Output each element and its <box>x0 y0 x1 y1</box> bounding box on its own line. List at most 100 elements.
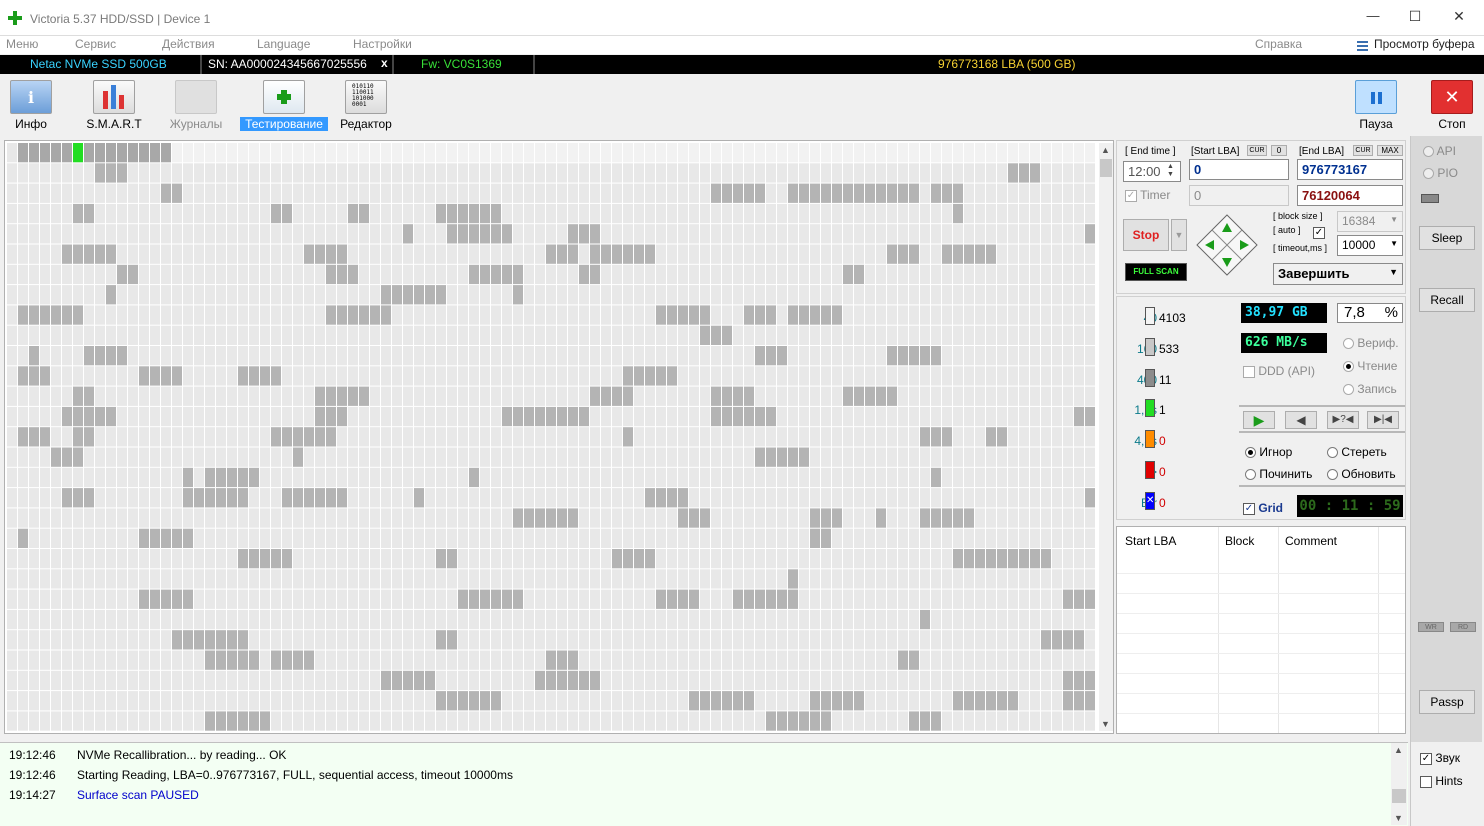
api-radio[interactable]: API <box>1423 144 1456 158</box>
start-lba-zero-button[interactable]: 0 <box>1271 145 1287 156</box>
block-size-select[interactable]: 16384 ▼ <box>1337 211 1403 232</box>
recall-button[interactable]: Recall <box>1419 288 1475 312</box>
scan-block <box>623 630 633 650</box>
scan-block <box>876 244 886 264</box>
end-lba-max-button[interactable]: MAX <box>1377 145 1403 156</box>
pause-button[interactable]: Пауза <box>1348 80 1404 132</box>
ignore-radio[interactable]: Игнор <box>1245 445 1292 459</box>
scan-block <box>194 488 204 508</box>
timer-checkbox[interactable]: ✓ Timer <box>1125 188 1170 202</box>
menu-settings[interactable]: Настройки <box>353 37 412 51</box>
col-start-lba[interactable]: Start LBA <box>1125 534 1176 548</box>
sound-checkbox[interactable]: ✓ Звук <box>1420 751 1460 765</box>
event-log[interactable]: 19:12:46 NVMe Recallibration... by readin… <box>0 742 1408 826</box>
end-lba-field[interactable]: 976773167 <box>1297 159 1403 180</box>
menu-main[interactable]: Меню <box>6 37 38 51</box>
menu-help[interactable]: Справка <box>1255 37 1302 51</box>
scan-block <box>205 609 215 630</box>
eject-device-button[interactable]: x <box>381 56 388 70</box>
auto-checkbox[interactable]: ✓ <box>1313 226 1325 239</box>
maximize-button[interactable]: ☐ <box>1400 8 1430 25</box>
scan-block <box>832 427 842 447</box>
smart-tab[interactable]: S.M.A.R.T <box>86 80 142 132</box>
scan-block <box>194 650 204 670</box>
scan-block <box>73 569 83 589</box>
direction-pad[interactable] <box>1195 213 1259 277</box>
scan-block <box>436 589 446 609</box>
start-lba-cur-button[interactable]: CUR <box>1247 145 1267 156</box>
menu-buffer-view[interactable]: Просмотр буфера <box>1374 37 1475 51</box>
seek-end-icon[interactable]: ▶|◀ <box>1367 411 1399 429</box>
scan-block <box>656 224 666 244</box>
defect-lba-table[interactable]: Start LBA Block Comment <box>1116 526 1406 734</box>
scan-block <box>590 447 600 467</box>
scan-block <box>513 143 523 163</box>
scan-block <box>799 386 809 406</box>
scan-block <box>667 447 677 467</box>
testing-tab[interactable]: Тестирование <box>240 80 328 132</box>
scan-block <box>293 589 303 609</box>
scan-block <box>744 609 754 630</box>
scan-block <box>238 346 248 366</box>
repair-radio[interactable]: Починить <box>1245 467 1312 481</box>
scan-block <box>590 183 600 203</box>
scan-block <box>194 609 204 630</box>
editor-tab[interactable]: 010110 110011 101000 0001 Редактор <box>338 80 394 132</box>
finish-action-select[interactable]: Завершить ▼ <box>1273 263 1403 285</box>
menu-service[interactable]: Сервис <box>75 37 116 51</box>
scan-block <box>260 406 270 427</box>
verify-radio[interactable]: Вериф. <box>1343 336 1399 350</box>
timer-field[interactable]: 0 <box>1189 185 1289 206</box>
stop-dropdown[interactable]: ▼ <box>1171 219 1187 251</box>
scan-block <box>810 670 820 691</box>
legend-count: 11 <box>1159 372 1172 387</box>
scan-block <box>425 406 435 427</box>
scan-block <box>62 630 72 650</box>
scan-block <box>513 244 523 264</box>
scan-block <box>579 244 589 264</box>
timeout-select[interactable]: 10000 ▼ <box>1337 235 1403 256</box>
sleep-button[interactable]: Sleep <box>1419 226 1475 250</box>
scan-block <box>711 203 721 224</box>
scan-block <box>315 549 325 569</box>
info-tab[interactable]: i Инфо <box>3 80 59 132</box>
scan-block <box>447 609 457 630</box>
write-radio[interactable]: Запись <box>1343 382 1397 396</box>
ddd-api-checkbox[interactable]: DDD (API) <box>1243 364 1315 378</box>
grid-checkbox[interactable]: ✓ Grid <box>1243 501 1283 515</box>
start-lba-field[interactable]: 0 <box>1189 159 1289 180</box>
scan-block <box>106 467 116 488</box>
pio-radio[interactable]: PIO <box>1423 166 1458 180</box>
end-lba-cur-button[interactable]: CUR <box>1353 145 1373 156</box>
play-icon[interactable]: ▶ <box>1243 411 1275 429</box>
refresh-radio[interactable]: Обновить <box>1327 467 1396 481</box>
scan-block <box>128 589 138 609</box>
menu-language[interactable]: Language <box>257 37 310 51</box>
col-comment[interactable]: Comment <box>1285 534 1337 548</box>
stop-button[interactable]: ✕ Стоп <box>1424 80 1480 132</box>
erase-radio[interactable]: Стереть <box>1327 445 1387 459</box>
hints-checkbox[interactable]: Hints <box>1420 774 1463 788</box>
scan-block <box>106 203 116 224</box>
rewind-icon[interactable]: ◀ <box>1285 411 1317 429</box>
close-window-button[interactable]: ✕ <box>1444 8 1474 25</box>
stop-scan-button[interactable]: Stop <box>1123 219 1169 251</box>
end-time-spinner[interactable]: ▲ ▼ <box>1167 163 1174 179</box>
scan-block <box>656 406 666 427</box>
scan-block <box>854 285 864 305</box>
scan-block <box>766 569 776 589</box>
scan-block <box>590 406 600 427</box>
passp-button[interactable]: Passp <box>1419 690 1475 714</box>
scan-block <box>722 630 732 650</box>
col-block[interactable]: Block <box>1225 534 1254 548</box>
grid-scrollbar[interactable]: ▲ ▼ <box>1099 143 1113 731</box>
minimize-button[interactable]: — <box>1358 8 1388 23</box>
scan-block <box>964 528 974 548</box>
scan-block <box>997 711 1007 731</box>
logs-tab[interactable]: Журналы <box>168 80 224 132</box>
read-radio[interactable]: Чтение <box>1343 359 1397 373</box>
device-model[interactable]: Netac NVMe SSD 500GB <box>30 57 167 71</box>
seek-random-icon[interactable]: ▶?◀ <box>1327 411 1359 429</box>
menu-actions[interactable]: Действия <box>162 37 215 51</box>
log-scrollbar[interactable]: ▲ ▼ <box>1391 743 1407 825</box>
